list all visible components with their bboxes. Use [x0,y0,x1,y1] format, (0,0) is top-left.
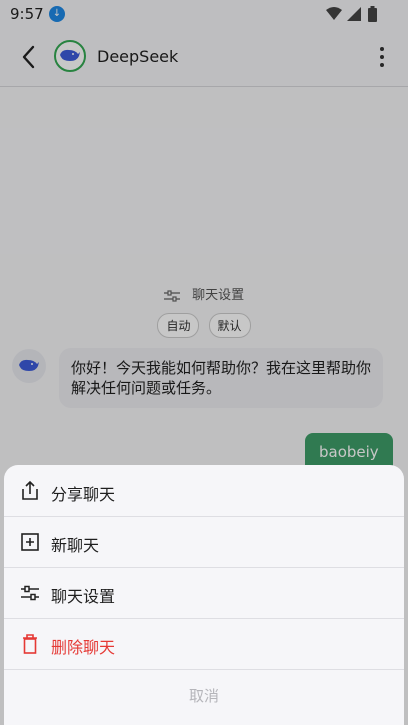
delete-chat-label: 删除聊天 [51,638,116,657]
new-chat-label: 新聊天 [51,536,100,555]
settings-sliders-icon [21,585,39,601]
delete-chat-item[interactable]: 删除聊天 [4,618,404,670]
action-sheet: 分享聊天 新聊天 聊天设置 删除聊天 取消 [4,465,404,725]
trash-icon [23,634,37,654]
share-chat-item[interactable]: 分享聊天 [4,465,404,517]
chat-settings-label: 聊天设置 [51,587,116,606]
chat-settings-item[interactable]: 聊天设置 [4,567,404,619]
new-chat-item[interactable]: 新聊天 [4,516,404,568]
share-chat-label: 分享聊天 [51,485,116,504]
share-icon [22,480,38,500]
cancel-button[interactable]: 取消 [4,671,404,721]
new-chat-icon [21,533,39,551]
